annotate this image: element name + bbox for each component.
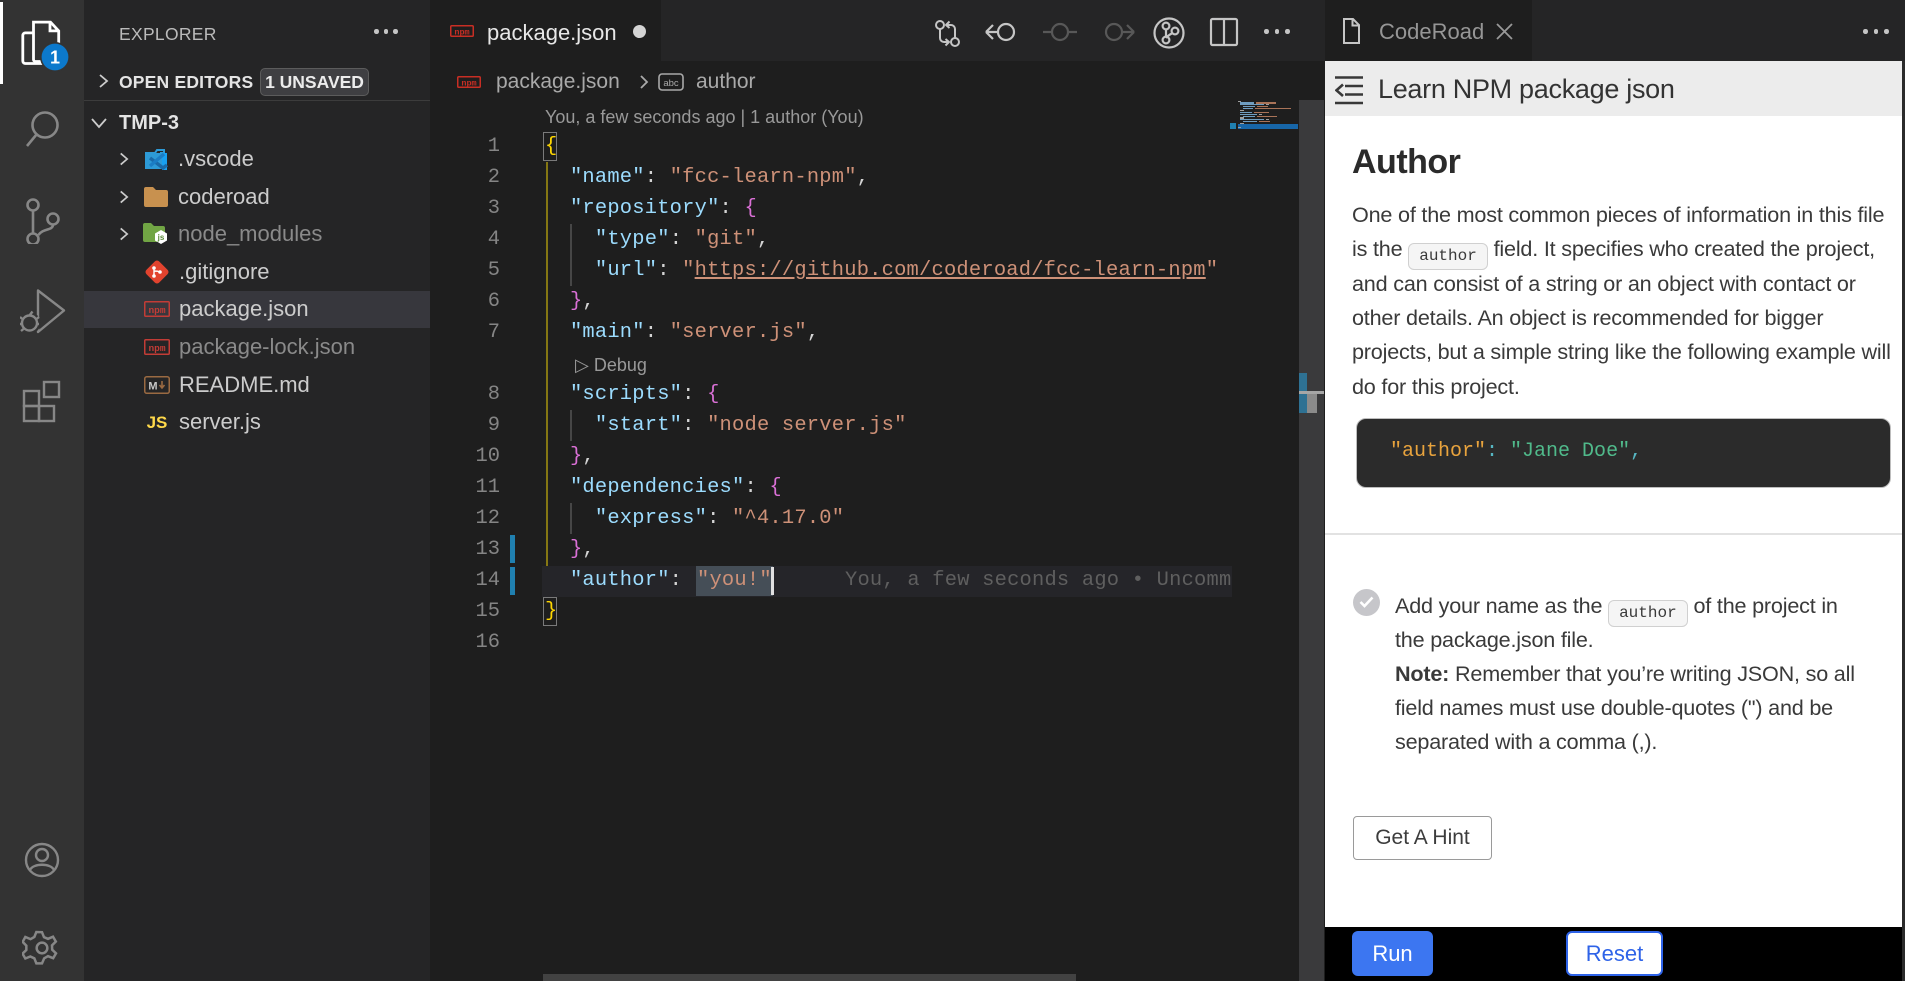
- svg-text:npm: npm: [148, 305, 165, 316]
- svg-text:JS: JS: [147, 413, 168, 432]
- svg-text:npm: npm: [148, 343, 165, 354]
- svg-text:1: 1: [50, 48, 60, 68]
- svg-text:M: M: [148, 380, 157, 392]
- svg-text:npm: npm: [461, 79, 476, 89]
- svg-text:npm: npm: [454, 28, 469, 38]
- svg-text:js: js: [157, 233, 165, 242]
- svg-text:abc: abc: [663, 78, 679, 89]
